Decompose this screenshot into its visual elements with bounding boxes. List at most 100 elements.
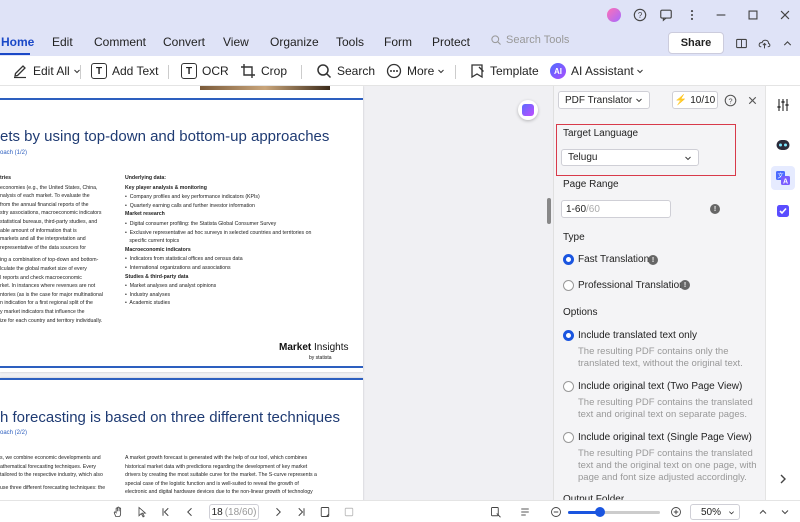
scrollbar-thumb[interactable] bbox=[547, 198, 551, 224]
help-icon[interactable]: ? bbox=[723, 93, 737, 107]
collapse-ribbon-icon[interactable] bbox=[779, 35, 795, 51]
hand-tool-icon[interactable] bbox=[111, 505, 125, 519]
translation-quota-badge[interactable]: ⚡ 10/10 bbox=[672, 91, 718, 109]
zoom-out-icon[interactable] bbox=[549, 505, 563, 519]
lightning-icon: ⚡ bbox=[674, 94, 688, 106]
account-avatar-icon[interactable] bbox=[602, 0, 626, 30]
select-tool-icon[interactable] bbox=[135, 505, 149, 519]
more-vertical-icon[interactable] bbox=[680, 0, 704, 30]
close-window-icon[interactable] bbox=[770, 0, 800, 30]
add-text-button[interactable]: T Add Text bbox=[91, 60, 158, 82]
feedback-icon[interactable] bbox=[654, 0, 678, 30]
tab-tools[interactable]: Tools bbox=[336, 35, 364, 49]
info-icon[interactable]: ! bbox=[648, 255, 658, 265]
svg-text:A: A bbox=[783, 179, 788, 186]
maximize-icon[interactable] bbox=[738, 0, 768, 30]
chevron-right-icon[interactable] bbox=[774, 470, 792, 488]
tab-home[interactable]: Home bbox=[1, 35, 34, 49]
info-icon[interactable]: ! bbox=[710, 204, 720, 214]
crop-button[interactable]: Crop bbox=[240, 60, 287, 82]
tab-form[interactable]: Form bbox=[384, 35, 412, 49]
zoom-in-icon[interactable] bbox=[669, 505, 683, 519]
page-range-total: /60 bbox=[586, 203, 600, 215]
two-page-view-description: The resulting PDF contains the translate… bbox=[578, 397, 753, 420]
translated-only-radio[interactable] bbox=[563, 330, 574, 341]
properties-sliders-icon[interactable] bbox=[774, 96, 792, 114]
translated-only-description: The resulting PDF contains only the tran… bbox=[578, 346, 743, 369]
ocr-button[interactable]: T OCR bbox=[181, 60, 229, 82]
pdf-page: ets by using top-down and bottom-up appr… bbox=[0, 86, 363, 372]
tab-edit[interactable]: Edit bbox=[52, 35, 73, 49]
next-page-icon[interactable] bbox=[271, 505, 285, 519]
toolbar-divider bbox=[80, 65, 81, 79]
translator-service-select[interactable]: PDF Translator bbox=[558, 91, 650, 109]
zoom-level-value: 50% bbox=[701, 506, 722, 518]
fast-translation-radio[interactable] bbox=[563, 254, 574, 265]
ai-assistant-icon: AI bbox=[550, 63, 566, 79]
info-icon[interactable]: ! bbox=[680, 280, 690, 290]
tab-organize[interactable]: Organize bbox=[270, 35, 319, 49]
translate-icon[interactable]: 文A bbox=[771, 166, 795, 190]
page-number-input[interactable]: 18 (18/60) bbox=[209, 504, 259, 520]
translated-only-label: Include translated text only bbox=[578, 330, 697, 341]
search-icon bbox=[491, 35, 501, 45]
tab-protect[interactable]: Protect bbox=[432, 35, 470, 49]
professional-translation-radio[interactable] bbox=[563, 280, 574, 291]
options-label: Options bbox=[563, 307, 598, 318]
toolbar-divider bbox=[168, 65, 169, 79]
search-tools-field[interactable]: Search Tools bbox=[490, 34, 569, 46]
chevron-down-icon bbox=[729, 511, 734, 515]
title-bar: ? bbox=[0, 0, 800, 30]
more-label: More bbox=[407, 64, 435, 78]
expand-down-icon[interactable] bbox=[778, 505, 792, 519]
fit-page-icon[interactable] bbox=[489, 505, 503, 519]
text-box-icon: T bbox=[91, 63, 107, 79]
chevron-down-icon bbox=[438, 69, 445, 74]
toolbar-divider bbox=[301, 65, 302, 79]
page-total-value: (18/60) bbox=[224, 506, 257, 518]
collapse-up-icon[interactable] bbox=[756, 505, 770, 519]
search-button[interactable]: Search bbox=[316, 60, 375, 82]
page-title: h forecasting is based on three differen… bbox=[0, 409, 340, 426]
close-panel-icon[interactable] bbox=[745, 93, 759, 107]
chevron-down-icon bbox=[636, 98, 642, 103]
page-view-icon[interactable] bbox=[318, 505, 332, 519]
svg-text:?: ? bbox=[638, 11, 643, 20]
minimize-icon[interactable] bbox=[706, 0, 736, 30]
toolbar-divider bbox=[455, 65, 456, 79]
two-page-view-radio[interactable] bbox=[563, 381, 574, 392]
more-dots-icon bbox=[386, 63, 402, 79]
task-checklist-icon[interactable] bbox=[774, 202, 792, 220]
zoom-level-select[interactable]: 50% bbox=[690, 504, 740, 520]
first-page-icon[interactable] bbox=[159, 505, 173, 519]
template-button[interactable]: Template bbox=[469, 60, 539, 82]
ai-assistant-button[interactable]: AI AI Assistant bbox=[550, 60, 644, 82]
rotate-view-icon[interactable] bbox=[342, 505, 356, 519]
single-page-view-radio[interactable] bbox=[563, 432, 574, 443]
page-subtitle: oach (1/2) bbox=[0, 150, 28, 156]
previous-page-icon[interactable] bbox=[183, 505, 197, 519]
reading-mode-icon[interactable] bbox=[518, 505, 532, 519]
cloud-library-icon[interactable] bbox=[733, 35, 749, 51]
upload-cloud-icon[interactable] bbox=[756, 35, 772, 51]
page-right-column: A market growth forecast is generated wi… bbox=[125, 455, 317, 496]
single-page-view-label: Include original text (Single Page View) bbox=[578, 432, 752, 443]
svg-text:?: ? bbox=[728, 96, 732, 105]
tab-comment[interactable]: Comment bbox=[94, 35, 146, 49]
last-page-icon[interactable] bbox=[294, 505, 308, 519]
share-button[interactable]: Share bbox=[668, 32, 724, 54]
quota-value: 10/10 bbox=[690, 94, 716, 106]
document-viewport[interactable]: ets by using top-down and bottom-up appr… bbox=[0, 86, 553, 500]
zoom-slider[interactable] bbox=[568, 507, 660, 517]
page-range-input[interactable]: 1-60/60 bbox=[561, 200, 671, 218]
tab-view[interactable]: View bbox=[223, 35, 249, 49]
ai-float-button[interactable] bbox=[518, 100, 538, 120]
help-icon[interactable]: ? bbox=[628, 0, 652, 30]
target-language-select[interactable]: Telugu bbox=[561, 149, 699, 166]
more-button[interactable]: More bbox=[386, 60, 445, 82]
zoom-slider-knob[interactable] bbox=[595, 507, 606, 517]
add-text-label: Add Text bbox=[112, 64, 159, 78]
ai-robot-icon[interactable] bbox=[774, 136, 792, 154]
tab-convert[interactable]: Convert bbox=[163, 35, 205, 49]
edit-all-button[interactable]: Edit All bbox=[12, 60, 81, 82]
